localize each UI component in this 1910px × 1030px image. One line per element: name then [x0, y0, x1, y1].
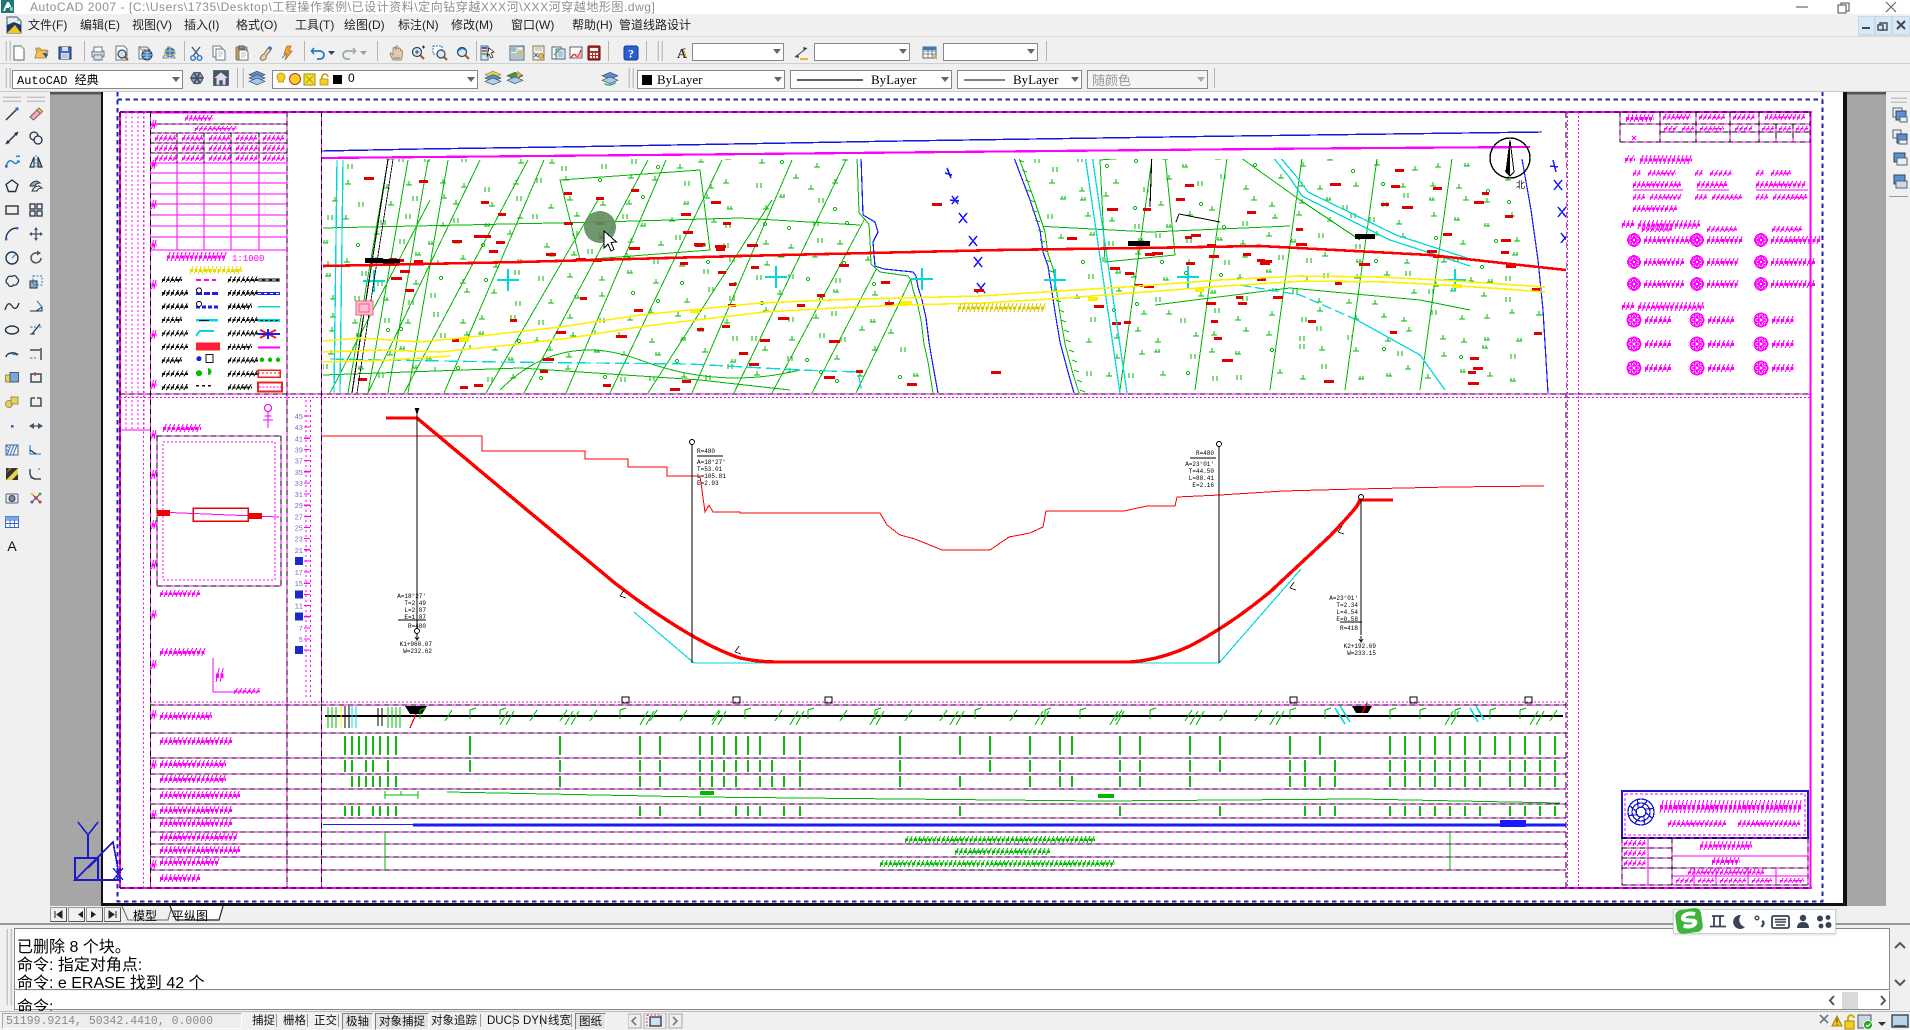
- svg-text:39: 39: [295, 447, 303, 455]
- svg-text:L=4.54: L=4.54: [1336, 609, 1358, 616]
- svg-text:T=53.01: T=53.01: [697, 466, 723, 473]
- svg-text:R=480: R=480: [1196, 450, 1214, 457]
- svg-text:北: 北: [1516, 180, 1525, 190]
- svg-text:R=480: R=480: [697, 448, 715, 455]
- svg-text:37: 37: [295, 459, 303, 467]
- svg-text:7: 7: [299, 626, 303, 634]
- svg-text:21: 21: [295, 548, 303, 556]
- svg-text:A=18°27': A=18°27': [697, 459, 726, 466]
- svg-text:23: 23: [295, 537, 303, 545]
- svg-text:R=480: R=480: [408, 623, 426, 630]
- svg-text:!: !: [1836, 1017, 1839, 1027]
- svg-text:25: 25: [295, 526, 303, 534]
- svg-text:45: 45: [295, 414, 303, 422]
- svg-text:1:1000: 1:1000: [232, 254, 264, 264]
- svg-text:A=18°27': A=18°27': [397, 593, 426, 600]
- svg-text:?: ?: [628, 47, 634, 61]
- svg-text:K1+960.07: K1+960.07: [400, 641, 433, 648]
- svg-text:T=2.34: T=2.34: [1336, 602, 1358, 609]
- svg-text:27: 27: [295, 514, 303, 522]
- svg-text:35: 35: [295, 470, 303, 478]
- svg-text:41: 41: [295, 436, 303, 444]
- svg-text:W=233.15: W=233.15: [1347, 650, 1376, 657]
- svg-text:15: 15: [295, 581, 303, 589]
- svg-text:W=232.62: W=232.62: [403, 648, 432, 655]
- svg-text:29: 29: [295, 503, 303, 511]
- svg-text:5: 5: [299, 637, 303, 645]
- svg-text:A: A: [7, 538, 17, 554]
- svg-text:A=23°01': A=23°01': [1185, 461, 1214, 468]
- svg-text:E=2.16: E=2.16: [1192, 482, 1214, 489]
- svg-text:L=88.41: L=88.41: [1189, 475, 1215, 482]
- svg-text:L=2.87: L=2.87: [404, 607, 426, 614]
- svg-text:33: 33: [295, 481, 303, 489]
- svg-text:T=44.50: T=44.50: [1189, 468, 1215, 475]
- svg-text:17: 17: [295, 570, 303, 578]
- svg-text:T=2.49: T=2.49: [404, 600, 426, 607]
- svg-text:A: A: [677, 47, 688, 61]
- svg-text:43: 43: [295, 425, 303, 433]
- svg-text:A=23°01': A=23°01': [1329, 595, 1358, 602]
- svg-text:31: 31: [295, 492, 303, 500]
- svg-text:11: 11: [295, 604, 303, 612]
- svg-text:L=105.81: L=105.81: [697, 473, 726, 480]
- svg-text:R=418: R=418: [1340, 625, 1358, 632]
- svg-text:K2+192.69: K2+192.69: [1344, 643, 1377, 650]
- svg-text:E=2.93: E=2.93: [697, 480, 719, 487]
